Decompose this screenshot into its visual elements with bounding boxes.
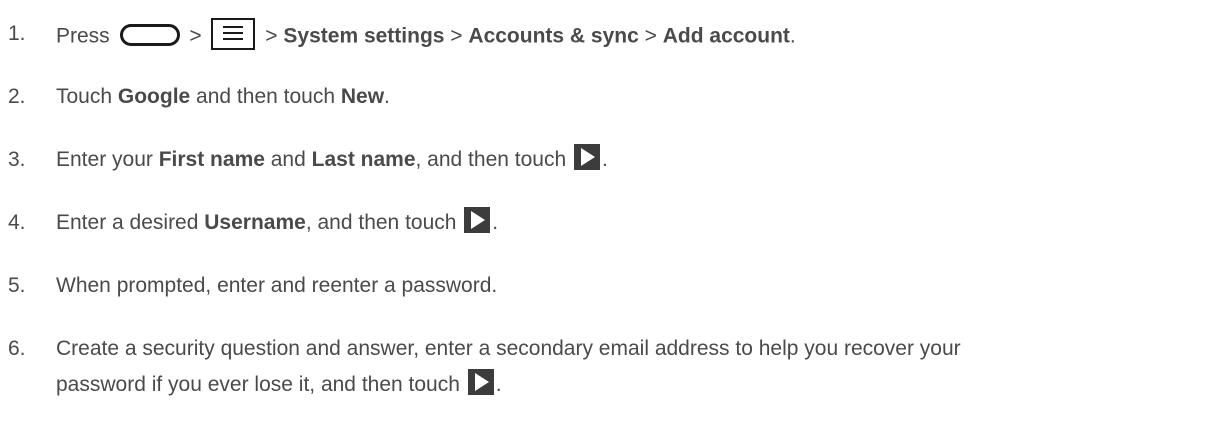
next-arrow-icon	[464, 207, 491, 234]
step-number: 4.	[8, 211, 26, 234]
step-text: Touch Google and then touch New.	[56, 85, 390, 108]
step-number: 3.	[8, 148, 26, 171]
next-arrow-icon	[573, 144, 600, 171]
step-text: Create a security question and answer, e…	[56, 337, 961, 360]
step-number: 5.	[8, 274, 26, 297]
add-account-label: Add account	[662, 24, 790, 48]
step-text: Enter your First name and Last name, and…	[56, 144, 608, 176]
new-label: New	[340, 85, 385, 108]
username-label: Username	[204, 211, 306, 234]
step-number: 2.	[8, 85, 26, 108]
step-number: 6.	[8, 337, 26, 360]
menu-key-icon	[211, 18, 256, 50]
step-number: 1.	[8, 22, 26, 45]
step-text: Enter a desired Username, and then touch…	[56, 207, 498, 239]
step-text: password if you ever lose it, and then t…	[56, 369, 502, 401]
last-name-label: Last name	[311, 148, 416, 171]
instruction-steps: 1. Press > > System settings > Accounts …	[0, 0, 1210, 430]
step-text: When prompted, enter and reenter a passw…	[56, 274, 498, 297]
home-key-icon	[119, 24, 180, 46]
next-arrow-icon	[467, 369, 494, 396]
google-label: Google	[117, 85, 191, 108]
accounts-sync-label: Accounts & sync	[468, 24, 639, 48]
system-settings-label: System settings	[283, 24, 445, 48]
step-text: Press > > System settings > Accounts & s…	[56, 18, 796, 56]
first-name-label: First name	[158, 148, 265, 171]
